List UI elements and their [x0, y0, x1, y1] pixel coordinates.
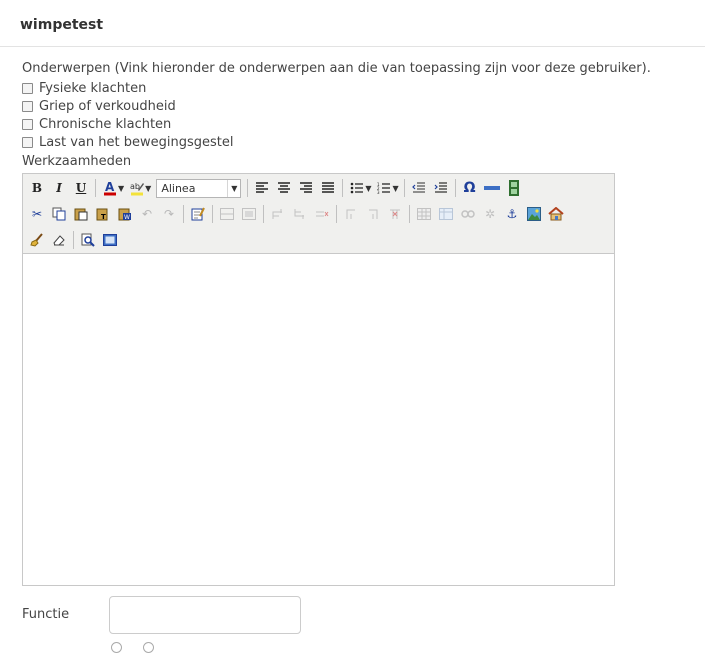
toolbar-separator [342, 179, 344, 197]
delete-col-icon[interactable] [384, 203, 406, 225]
editor-content-area[interactable] [23, 254, 614, 585]
editor-toolbar: B I U A ▼ ab ▼ Alinea ▼ ▼ 1 2 3 ▼ Ω ✂ T … [23, 174, 614, 254]
radio-button[interactable] [111, 642, 122, 653]
toolbar-separator [403, 179, 405, 197]
checkbox-label: Last van het bewegingsgestel [39, 134, 234, 150]
checkbox[interactable] [22, 100, 33, 112]
toolbar-separator [247, 179, 249, 197]
link-icon[interactable] [457, 203, 479, 225]
chevron-down-icon[interactable]: ▼ [118, 184, 124, 193]
media-icon[interactable] [503, 177, 525, 199]
subjects-intro: Onderwerpen (Vink hieronder de onderwerp… [22, 61, 651, 76]
unlink-icon[interactable]: ✲ [479, 203, 501, 225]
italic-button[interactable]: I [48, 177, 70, 199]
redo-icon[interactable]: ↷ [158, 203, 180, 225]
paste-word-icon[interactable]: W [114, 203, 136, 225]
werkzaamheden-label: Werkzaamheden [22, 154, 132, 169]
special-char-icon[interactable]: Ω [459, 177, 481, 199]
insert-col-before-icon[interactable] [340, 203, 362, 225]
radio-button[interactable] [143, 642, 154, 653]
toolbar-separator [454, 179, 456, 197]
image-icon[interactable] [523, 203, 545, 225]
chevron-down-icon[interactable]: ▼ [365, 184, 371, 193]
align-right-icon[interactable] [295, 177, 317, 199]
table-props-icon[interactable] [435, 203, 457, 225]
checkbox-label: Fysieke klachten [39, 80, 147, 96]
checkbox-label: Griep of verkoudheid [39, 98, 176, 114]
checkbox[interactable] [22, 118, 33, 130]
align-center-icon[interactable] [273, 177, 295, 199]
chevron-down-icon[interactable]: ▼ [392, 184, 398, 193]
table-row-icon[interactable] [216, 203, 238, 225]
checkbox-row-bewegingsgestel[interactable]: Last van het bewegingsgestel [22, 133, 233, 151]
toolbar-separator [212, 205, 213, 223]
delete-row-icon[interactable] [311, 203, 333, 225]
svg-text:T: T [101, 213, 106, 221]
toolbar-separator [336, 205, 337, 223]
anchor-icon[interactable]: ⚓ [501, 203, 523, 225]
page-title: wimpetest [20, 17, 104, 33]
copy-icon[interactable] [48, 203, 70, 225]
svg-text:A: A [105, 180, 115, 194]
eraser-icon[interactable] [48, 229, 70, 251]
cleanup-icon[interactable] [26, 229, 48, 251]
paste-icon[interactable] [70, 203, 92, 225]
table-cell-icon[interactable] [238, 203, 260, 225]
paste-text-icon[interactable]: T [92, 203, 114, 225]
toolbar-separator [263, 205, 264, 223]
rich-text-editor: B I U A ▼ ab ▼ Alinea ▼ ▼ 1 2 3 ▼ Ω ✂ T … [22, 173, 615, 586]
checkbox-label: Chronische klachten [39, 116, 172, 132]
cut-icon[interactable]: ✂ [26, 203, 48, 225]
toolbar-separator [183, 205, 184, 223]
outdent-icon[interactable] [408, 177, 430, 199]
toolbar-separator [95, 179, 96, 197]
svg-text:W: W [124, 214, 130, 221]
align-justify-icon[interactable] [317, 177, 339, 199]
insert-row-before-icon[interactable] [267, 203, 289, 225]
table-icon[interactable] [413, 203, 435, 225]
chevron-down-icon[interactable]: ▼ [227, 179, 240, 197]
undo-icon[interactable]: ↶ [136, 203, 158, 225]
indent-icon[interactable] [430, 177, 452, 199]
functie-label: Functie [22, 607, 70, 622]
functie-input[interactable] [109, 596, 301, 634]
bold-button[interactable]: B [26, 177, 48, 199]
title-divider [0, 46, 705, 47]
insert-row-after-icon[interactable] [289, 203, 311, 225]
horizontal-rule-icon[interactable] [481, 177, 503, 199]
format-select-value: Alinea [161, 181, 196, 195]
preview-icon[interactable] [77, 229, 99, 251]
svg-text:3: 3 [377, 190, 380, 194]
chevron-down-icon[interactable]: ▼ [145, 184, 151, 193]
home-link-icon[interactable] [545, 203, 567, 225]
fullscreen-icon[interactable] [99, 229, 121, 251]
underline-button[interactable]: U [70, 177, 92, 199]
align-left-icon[interactable] [251, 177, 273, 199]
checkbox[interactable] [22, 82, 33, 94]
checkbox-row-griep[interactable]: Griep of verkoudheid [22, 97, 176, 115]
toolbar-separator [409, 205, 410, 223]
checkbox-row-chronische-klachten[interactable]: Chronische klachten [22, 115, 171, 133]
toolbar-separator [73, 231, 74, 249]
edit-source-icon[interactable] [187, 203, 209, 225]
checkbox-row-fysieke-klachten[interactable]: Fysieke klachten [22, 79, 146, 97]
checkbox[interactable] [22, 136, 33, 148]
format-select[interactable]: Alinea ▼ [156, 178, 242, 198]
insert-col-after-icon[interactable] [362, 203, 384, 225]
